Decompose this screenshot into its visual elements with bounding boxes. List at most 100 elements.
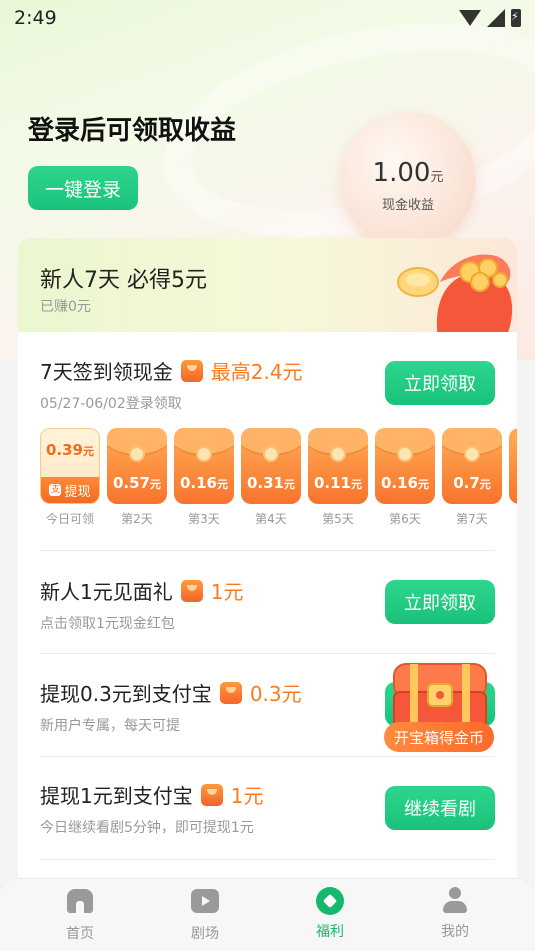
hero-title: 登录后可领取收益 [28,116,237,146]
red-envelope-icon [180,579,203,602]
envelope-seal-icon [196,446,212,462]
signin-days-row[interactable]: 0.39元 支提现 今日可领 0.57元 第2天 0.16元 第3天 0.31元 [40,428,517,528]
day-2-unit: 元 [150,478,161,491]
day-6-unit: 元 [418,478,429,491]
earnings-amount-value: 1.00 [372,158,431,188]
day-1-amount-value: 0.39 [45,441,83,459]
bottom-nav: 首页 剧场 福利 我的 [0,878,535,951]
task-welcome-gift: 新人1元见面礼 1元 点击领取1元现金红包 立即领取 [40,576,495,633]
day-4-amount-value: 0.31 [246,474,284,492]
divider [40,756,495,757]
task-withdraw-1: 提现1元到支付宝 1元 今日继续看剧5分钟，即可提现1元 继续看剧 [40,780,495,837]
nav-theater-label: 剧场 [191,926,219,942]
signin-day-4[interactable]: 0.31元 第4天 [241,428,301,527]
tasks-panel: 7天签到领现金 最高2.4元 05/27-06/02登录领取 立即领取 0.39… [18,332,517,892]
envelope-seal-icon [397,446,413,462]
signal-icon [487,9,505,27]
day-4-label: 第4天 [255,512,287,526]
login-button[interactable]: 一键登录 [28,166,138,210]
divider [40,653,495,654]
treasure-chest-label[interactable]: 开宝箱得金币 [384,722,494,752]
nav-home[interactable]: 首页 [40,887,120,943]
signin-day-6[interactable]: 0.16元 第6天 [375,428,435,527]
day-5-amount: 0.11元 [308,474,368,492]
day-3-unit: 元 [217,478,228,491]
newbie-title: 新人7天 必得5元 [40,268,207,293]
envelope-seal-icon [330,446,346,462]
red-envelope-icon [200,783,223,806]
play-icon [191,889,219,917]
play-icon-shape [191,889,219,913]
nav-theater[interactable]: 剧场 [165,887,245,943]
envelope-seal-icon [263,446,279,462]
day-6-amount: 0.16元 [375,474,435,492]
user-icon-head [449,887,461,899]
alipay-icon: 支 [49,484,62,496]
signin-task: 7天签到领现金 最高2.4元 05/27-06/02登录领取 立即领取 [40,356,495,413]
day-2-card: 0.57元 [107,428,167,504]
day-5-label: 第5天 [322,512,354,526]
day-4-card: 0.31元 [241,428,301,504]
welfare-icon [316,887,344,915]
red-envelope-bag-icon [397,254,513,338]
day-7-amount: 0.7元 [442,474,502,492]
day-5-card: 0.11元 [308,428,368,504]
task-3-title: 提现1元到支付宝 [40,784,193,808]
day-3-card: 0.16元 [174,428,234,504]
day-7-amount-value: 0.7 [453,474,480,492]
day-2-amount-value: 0.57 [112,474,150,492]
day-7-card: 0.7元 [442,428,502,504]
red-envelope-icon [219,681,242,704]
task-1-claim-button[interactable]: 立即领取 [385,580,495,624]
day-1-unit: 元 [83,445,94,458]
earnings-unit: 元 [430,170,444,185]
signin-day-5[interactable]: 0.11元 第5天 [308,428,368,527]
task-1-title: 新人1元见面礼 [40,580,173,604]
nav-home-label: 首页 [66,926,94,942]
status-icons [459,9,521,27]
divider [40,859,495,860]
nav-me[interactable]: 我的 [415,887,495,941]
day-3-amount: 0.16元 [174,474,234,492]
newbie-banner[interactable]: 新人7天 必得5元 已赚0元 [18,238,517,338]
task-2-reward: 0.3元 [249,682,302,706]
day-3-amount-value: 0.16 [179,474,217,492]
battery-icon [511,9,521,27]
signin-day-3[interactable]: 0.16元 第3天 [174,428,234,527]
nav-me-label: 我的 [441,924,469,940]
overflow-card [509,428,517,504]
envelope-seal-icon [464,446,480,462]
signin-day-overflow [509,428,517,504]
earnings-label: 现金收益 [381,198,434,213]
status-bar: 2:49 [0,0,535,36]
day-6-card: 0.16元 [375,428,435,504]
day-4-unit: 元 [284,478,295,491]
day-6-amount-value: 0.16 [380,474,418,492]
envelope-seal-icon [129,446,145,462]
nav-welfare[interactable]: 福利 [290,887,370,941]
signin-claim-button[interactable]: 立即领取 [385,361,495,405]
newbie-subtitle: 已赚0元 [40,299,91,315]
task-3-continue-button[interactable]: 继续看剧 [385,786,495,830]
signin-day-1[interactable]: 0.39元 支提现 今日可领 [40,428,100,527]
user-icon-body [443,901,467,913]
earnings-amount: 1.00元 [340,158,476,188]
day-1-label: 今日可领 [45,512,94,526]
task-2-title: 提现0.3元到支付宝 [40,682,212,706]
home-icon [66,889,94,917]
day-4-amount: 0.31元 [241,474,301,492]
nav-welfare-label: 福利 [316,924,344,940]
day-7-label: 第7天 [456,512,488,526]
day-5-amount-value: 0.11 [313,474,351,492]
signin-day-2[interactable]: 0.57元 第2天 [107,428,167,527]
day-1-card: 0.39元 支提现 [40,428,100,504]
day-7-unit: 元 [479,478,491,491]
wifi-icon [459,10,481,26]
day-5-unit: 元 [351,478,362,491]
task-3-reward: 1元 [230,784,264,808]
signin-day-7[interactable]: 0.7元 第7天 [442,428,502,527]
day-3-label: 第3天 [188,512,220,526]
home-icon-shape [67,889,93,913]
welfare-icon-shape [316,887,344,915]
day-1-withdraw-label: 提现 [64,484,91,500]
